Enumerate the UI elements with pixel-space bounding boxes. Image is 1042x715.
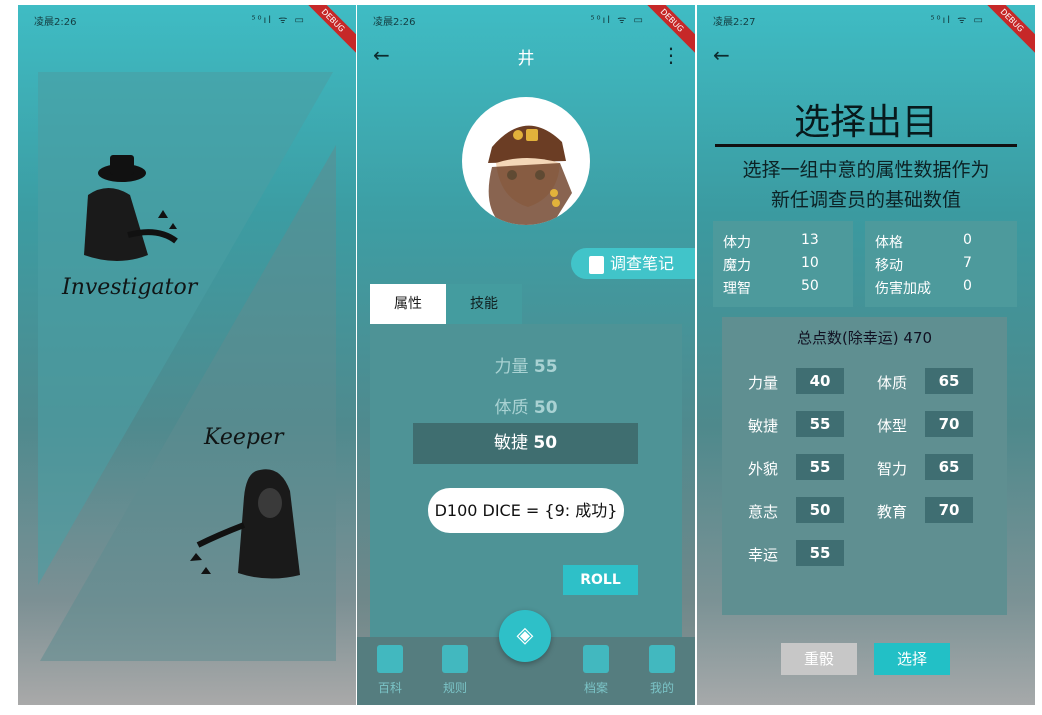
app-bar: ←	[697, 31, 1035, 81]
page-title: 井	[517, 49, 535, 69]
roll-button[interactable]: ROLL	[563, 565, 638, 595]
status-time: 凌晨2:26	[373, 17, 416, 28]
rulebook-icon	[442, 645, 468, 673]
attribute-name: 力量	[494, 357, 529, 377]
character-screen: 凌晨2:26 ⁵⁰ıl ᯤ ▭ DEBUG ← 井 ⋮ 调查笔记 属性 技能 力…	[357, 5, 695, 705]
status-icons: ⁵⁰ıl ᯤ ▭	[930, 15, 985, 26]
stat-name: 魔力	[723, 258, 751, 274]
app-bar: ← 井 ⋮	[357, 31, 695, 81]
point-value: 65	[925, 368, 973, 394]
attribute-name: 敏捷	[493, 433, 528, 453]
stat-value: 0	[963, 232, 972, 248]
subtitle-line-2: 新任调查员的基础数值	[770, 189, 961, 211]
point-value: 70	[925, 411, 973, 437]
point-name: 外貌	[748, 460, 779, 478]
nav-item-rules[interactable]: 规则	[430, 645, 480, 696]
total-points: 总点数(除幸运) 470	[796, 329, 933, 347]
point-value: 55	[796, 540, 844, 566]
stat-value: 10	[801, 255, 819, 271]
stat-name: 伤害加成	[875, 281, 931, 297]
avatar[interactable]	[462, 97, 590, 225]
attribute-panel: 力量 55 体质 50 敏捷 50 D100 DICE = {9: 成功} RO…	[370, 324, 682, 654]
attribute-name: 体质	[494, 398, 529, 418]
point-name: 意志	[748, 503, 779, 521]
attribute-value: 50	[533, 398, 558, 418]
status-bar: 凌晨2:27 ⁵⁰ıl ᯤ ▭ DEBUG	[697, 5, 1035, 57]
stat-name: 体力	[723, 235, 751, 251]
investigation-notes-button[interactable]: 调查笔记	[571, 248, 695, 279]
nav-item-files[interactable]: 档案	[571, 645, 621, 696]
role-select-screen: 凌晨2:26 ⁵⁰ıl ᯤ ▭ DEBUG Investigator Keepe…	[18, 5, 356, 705]
reroll-button[interactable]: 重骰	[781, 643, 857, 675]
investigator-label[interactable]: Investigator	[62, 275, 197, 300]
derived-stats-right: 体格 0 移动 7 伤害加成 0	[865, 221, 1017, 307]
nav-label: 我的	[649, 681, 674, 695]
point-value: 55	[796, 411, 844, 437]
attribute-value: 55	[533, 357, 558, 377]
subtitle-line-1: 选择一组中意的属性数据作为	[742, 159, 990, 181]
point-value: 40	[796, 368, 844, 394]
dice-fab-button[interactable]: ◈	[499, 610, 551, 662]
point-value: 70	[925, 497, 973, 523]
tab-skills[interactable]: 技能	[446, 284, 522, 324]
point-name: 教育	[877, 503, 908, 521]
point-value: 65	[925, 454, 973, 480]
d20-dice-icon: ◈	[516, 623, 534, 648]
title-divider	[715, 144, 1017, 147]
nav-item-profile[interactable]: 我的	[637, 645, 687, 696]
stat-name: 体格	[875, 235, 903, 251]
detective-icon	[649, 645, 675, 673]
points-panel: 总点数(除幸运) 470 力量 40 体质 65 敏捷 55 体型 70 外貌 …	[722, 317, 1007, 615]
stat-name: 移动	[875, 258, 903, 274]
notes-label: 调查笔记	[610, 254, 675, 273]
more-vert-icon[interactable]: ⋮	[661, 43, 681, 67]
roll-select-screen: 凌晨2:27 ⁵⁰ıl ᯤ ▭ DEBUG ← 选择出目 选择一组中意的属性数据…	[697, 5, 1035, 705]
archive-icon	[583, 645, 609, 673]
point-name: 敏捷	[748, 417, 779, 435]
keeper-label[interactable]: Keeper	[204, 425, 284, 450]
dice-result: D100 DICE = {9: 成功}	[428, 488, 624, 533]
point-name: 力量	[748, 374, 779, 392]
nav-label: 百科	[377, 681, 402, 695]
point-value: 50	[796, 497, 844, 523]
stat-value: 7	[963, 255, 972, 271]
attribute-item-selected[interactable]: 敏捷 50	[413, 423, 638, 464]
status-time: 凌晨2:27	[713, 17, 756, 28]
point-name: 幸运	[748, 546, 779, 564]
stat-value: 0	[963, 278, 972, 294]
point-name: 体质	[877, 374, 908, 392]
nav-label: 档案	[583, 681, 608, 695]
status-bar: 凌晨2:26 ⁵⁰ıl ᯤ ▭ DEBUG	[357, 5, 695, 57]
status-icons: ⁵⁰ıl ᯤ ▭	[590, 15, 645, 26]
page-title: 选择出目	[793, 102, 938, 143]
stat-value: 13	[801, 232, 819, 248]
derived-stats-left: 体力 13 魔力 10 理智 50	[713, 221, 853, 307]
back-arrow-icon[interactable]: ←	[713, 43, 730, 67]
attribute-item[interactable]: 体质 50	[370, 393, 682, 418]
notebook-icon	[589, 255, 604, 274]
point-name: 体型	[877, 417, 908, 435]
attribute-item[interactable]: 力量 55	[370, 352, 682, 377]
attribute-value: 50	[533, 433, 558, 453]
tab-attributes[interactable]: 属性	[370, 284, 446, 324]
stat-value: 50	[801, 278, 819, 294]
point-value: 55	[796, 454, 844, 480]
select-button[interactable]: 选择	[874, 643, 950, 675]
nav-item-encyclopedia[interactable]: 百科	[365, 645, 415, 696]
stat-name: 理智	[723, 281, 751, 297]
nav-label: 规则	[442, 681, 467, 695]
book-icon	[377, 645, 403, 673]
split-diagram	[38, 72, 336, 661]
point-name: 智力	[877, 460, 908, 478]
